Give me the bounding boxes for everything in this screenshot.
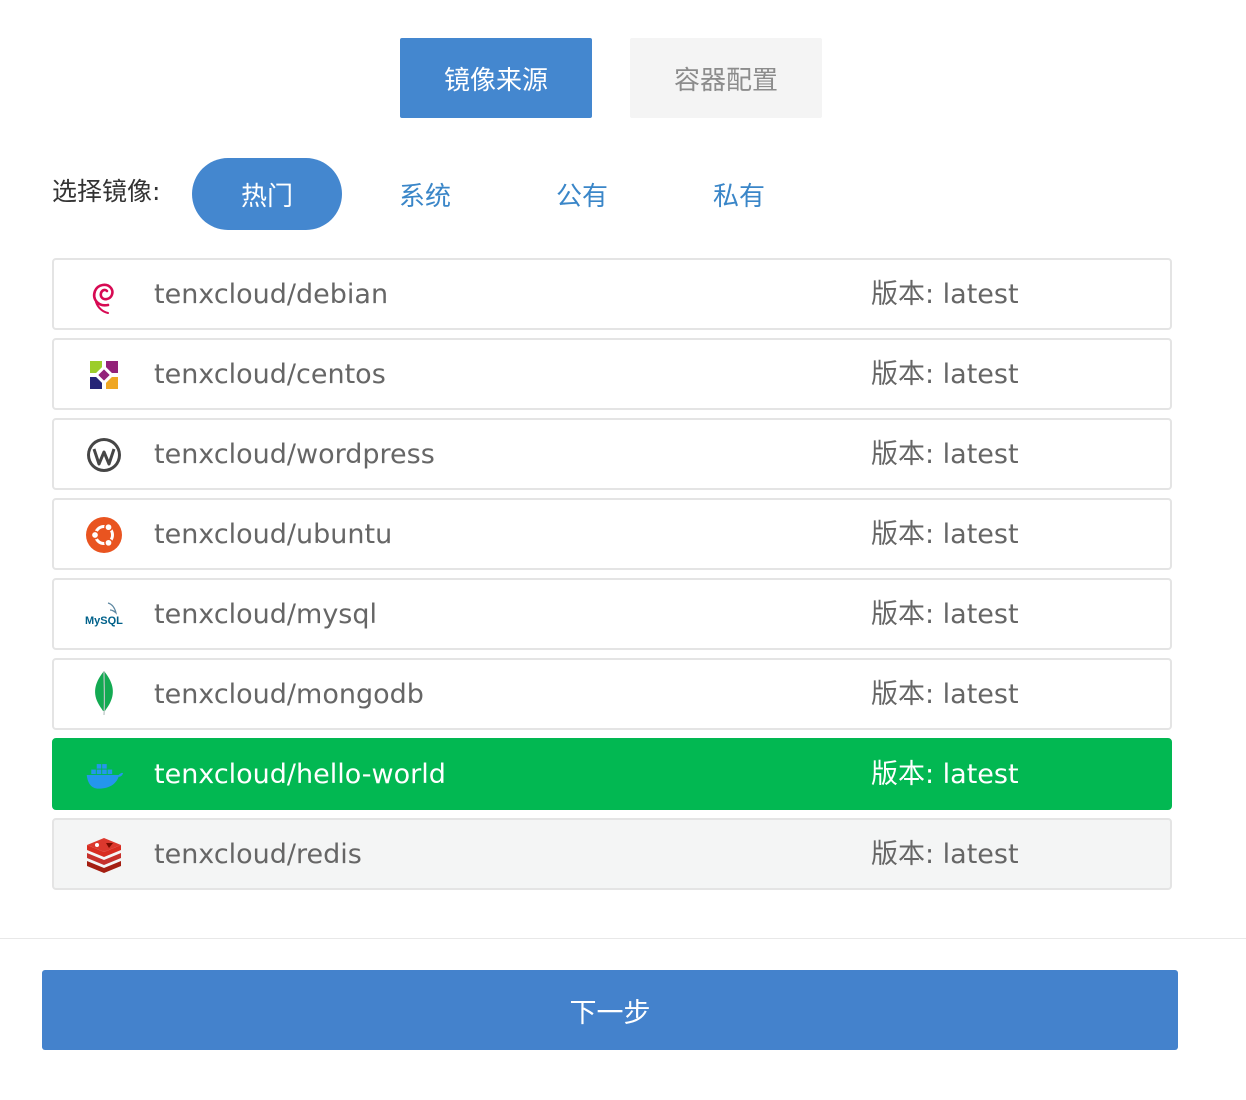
tab-container-config[interactable]: 容器配置	[630, 38, 822, 118]
select-image-label: 选择镜像:	[52, 177, 161, 206]
image-version: 版本: latest	[871, 759, 1019, 790]
mysql-icon: MySQL	[84, 595, 124, 635]
image-name: tenxcloud/debian	[154, 279, 389, 310]
image-version: 版本: latest	[871, 599, 1019, 630]
tab-image-source[interactable]: 镜像来源	[400, 38, 592, 118]
image-list: tenxcloud/debian 版本: latest tenxcloud/ce…	[52, 258, 1172, 898]
svg-text:MySQL: MySQL	[85, 615, 123, 627]
image-name: tenxcloud/mysql	[154, 599, 378, 630]
image-row-centos[interactable]: tenxcloud/centos 版本: latest	[52, 338, 1172, 410]
next-step-button[interactable]: 下一步	[42, 970, 1178, 1050]
image-version: 版本: latest	[871, 839, 1019, 870]
image-version: 版本: latest	[871, 359, 1019, 390]
image-name: tenxcloud/wordpress	[154, 439, 435, 470]
image-version: 版本: latest	[871, 519, 1019, 550]
debian-icon	[84, 275, 124, 315]
image-name: tenxcloud/hello-world	[154, 759, 446, 790]
image-name: tenxcloud/redis	[154, 839, 362, 870]
mongodb-icon	[84, 670, 124, 716]
image-row-mongodb[interactable]: tenxcloud/mongodb 版本: latest	[52, 658, 1172, 730]
image-row-debian[interactable]: tenxcloud/debian 版本: latest	[52, 258, 1172, 330]
image-name: tenxcloud/centos	[154, 359, 386, 390]
image-row-redis[interactable]: tenxcloud/redis 版本: latest	[52, 818, 1172, 890]
image-row-wordpress[interactable]: tenxcloud/wordpress 版本: latest	[52, 418, 1172, 490]
redis-icon	[84, 835, 124, 875]
footer-divider	[0, 938, 1246, 939]
ubuntu-icon	[84, 515, 124, 555]
image-row-hello-world[interactable]: tenxcloud/hello-world 版本: latest	[52, 738, 1172, 810]
image-row-ubuntu[interactable]: tenxcloud/ubuntu 版本: latest	[52, 498, 1172, 570]
filter-tab-public[interactable]: 公有	[507, 158, 657, 230]
image-version: 版本: latest	[871, 679, 1019, 710]
wordpress-icon	[84, 435, 124, 475]
filter-tab-popular[interactable]: 热门	[192, 158, 342, 230]
filter-tab-system[interactable]: 系统	[350, 158, 500, 230]
image-row-mysql[interactable]: MySQL tenxcloud/mysql 版本: latest	[52, 578, 1172, 650]
image-name: tenxcloud/mongodb	[154, 679, 424, 710]
centos-icon	[84, 355, 124, 395]
image-version: 版本: latest	[871, 279, 1019, 310]
image-name: tenxcloud/ubuntu	[154, 519, 393, 550]
filter-tab-private[interactable]: 私有	[664, 158, 814, 230]
image-version: 版本: latest	[871, 439, 1019, 470]
docker-icon	[84, 755, 124, 795]
